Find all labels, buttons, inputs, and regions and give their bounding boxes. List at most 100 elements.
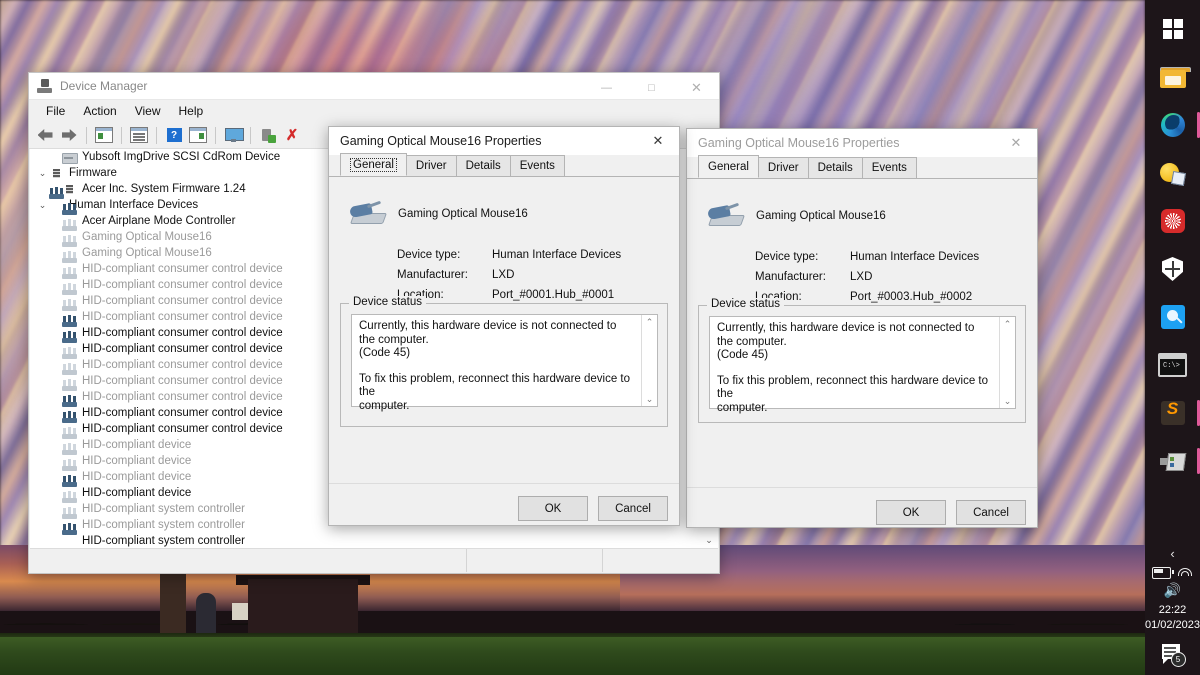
status-scroll-up[interactable]: ⌃ [1000, 317, 1015, 331]
dialog-titlebar[interactable]: Gaming Optical Mouse16 Properties ✕ [329, 127, 679, 155]
status-line-4: computer. [359, 399, 410, 412]
device-fields: Device type: Human Interface Devices Man… [755, 247, 1026, 307]
ok-button[interactable]: OK [518, 496, 588, 521]
dialog-titlebar[interactable]: Gaming Optical Mouse16 Properties ✕ [687, 129, 1037, 157]
tab-events[interactable]: Events [509, 155, 565, 176]
tab-driver-label: Driver [415, 160, 447, 172]
toolbar-separator [121, 126, 122, 144]
close-button[interactable]: ✕ [674, 73, 719, 103]
menu-help[interactable]: Help [170, 102, 213, 120]
menu-file[interactable]: File [37, 102, 74, 120]
status-scrollbar[interactable]: ⌃ ⌄ [999, 317, 1015, 408]
chevron-left-icon[interactable]: ‹ [1170, 546, 1174, 561]
forward-button[interactable] [58, 125, 80, 146]
clock[interactable]: 22:22 01/02/2023 [1145, 603, 1200, 633]
cancel-button[interactable]: Cancel [956, 500, 1026, 525]
tree-item-label: HID-compliant consumer control device [82, 295, 283, 307]
status-line-1: Currently, this hardware device is not c… [359, 320, 617, 346]
menu-view[interactable]: View [126, 102, 170, 120]
field-label: Manufacturer: [397, 269, 468, 281]
enable-device-button[interactable] [257, 125, 279, 146]
update-driver-button[interactable] [187, 125, 209, 146]
status-bar-segment [466, 549, 602, 572]
back-button[interactable] [34, 125, 56, 146]
device-status-legend: Device status [349, 296, 427, 308]
dialog-close-button[interactable]: ✕ [995, 129, 1037, 157]
clock-date: 01/02/2023 [1144, 619, 1200, 631]
tab-events[interactable]: Events [861, 157, 917, 178]
yellow-app-icon[interactable] [1152, 152, 1194, 194]
tab-details[interactable]: Details [807, 157, 863, 178]
red-app-icon[interactable] [1152, 200, 1194, 242]
file-explorer-icon[interactable] [1152, 56, 1194, 98]
dialog-page-body: Gaming Optical Mouse16 Device type: Huma… [698, 195, 1026, 307]
volume-icon[interactable]: 🔊 [1164, 583, 1181, 597]
device-manager-icon [37, 79, 52, 93]
tree-item-label: HID-compliant consumer control device [82, 263, 283, 275]
tab-general[interactable]: General [340, 153, 407, 176]
device-status-box[interactable]: Currently, this hardware device is not c… [709, 316, 1016, 414]
taskbar: C:\> ‹ 🔊 22:22 01/02/2023 5 [1145, 0, 1200, 675]
notifications-icon[interactable]: 5 [1160, 643, 1186, 667]
device-manager-taskbar-icon[interactable] [1152, 440, 1200, 482]
expand-collapse-icon[interactable]: ⌄ [36, 200, 49, 211]
device-status-text: Currently, this hardware device is not c… [710, 317, 997, 420]
uninstall-device-button[interactable]: ✗ [281, 125, 303, 146]
notification-badge: 5 [1170, 652, 1186, 667]
start-icon[interactable] [1152, 8, 1194, 50]
tab-events-label: Events [519, 160, 555, 172]
device-manager-titlebar[interactable]: Device Manager — □ ✕ [29, 73, 719, 100]
tree-item-label: HID-compliant consumer control device [82, 279, 283, 291]
menu-action[interactable]: Action [74, 102, 125, 120]
status-line-2: (Code 45) [359, 347, 411, 359]
status-scroll-down[interactable]: ⌄ [1000, 394, 1015, 408]
tree-item-label: HID-compliant consumer control device [82, 375, 283, 387]
expand-collapse-icon[interactable]: ⌄ [36, 168, 49, 179]
landscape-grass [0, 637, 1145, 675]
cancel-button[interactable]: Cancel [598, 496, 668, 521]
tree-item[interactable]: HID-compliant system controller [30, 522, 701, 548]
tab-details[interactable]: Details [455, 155, 511, 176]
dialog-title: Gaming Optical Mouse16 Properties [340, 134, 542, 148]
status-scroll-down[interactable]: ⌄ [642, 392, 657, 406]
tab-details-label: Details [817, 162, 853, 174]
field-manufacturer: Manufacturer: LXD [755, 267, 1026, 287]
menu-bar: File Action View Help [29, 100, 719, 122]
show-hide-console-tree-button[interactable] [93, 125, 115, 146]
status-scroll-up[interactable]: ⌃ [642, 315, 657, 329]
maximize-button[interactable]: □ [629, 73, 674, 103]
arrow-right-icon [61, 129, 77, 141]
wifi-icon[interactable] [1178, 567, 1193, 579]
tab-driver[interactable]: Driver [757, 157, 809, 178]
scan-for-hardware-changes-button[interactable] [222, 125, 244, 146]
help-button[interactable]: ? [163, 125, 185, 146]
blue-search-app-icon[interactable] [1152, 296, 1194, 338]
scroll-down-button[interactable]: ⌄ [701, 532, 717, 548]
device-status-box[interactable]: Currently, this hardware device is not c… [351, 314, 658, 412]
tab-general[interactable]: General [698, 155, 759, 178]
hid-icon [62, 522, 77, 548]
dialog-close-button[interactable]: ✕ [637, 127, 679, 155]
windows-security-icon[interactable] [1152, 248, 1194, 290]
microsoft-edge-icon[interactable] [1152, 104, 1200, 146]
dialog-page-body: Gaming Optical Mouse16 Device type: Huma… [340, 193, 668, 305]
battery-icon[interactable] [1152, 567, 1174, 579]
tree-item-label: HID-compliant consumer control device [82, 327, 283, 339]
tree-item-label: Human Interface Devices [69, 199, 199, 211]
clock-time: 22:22 [1158, 604, 1187, 616]
device-name: Gaming Optical Mouse16 [398, 208, 528, 220]
command-prompt-icon[interactable]: C:\> [1152, 344, 1194, 386]
properties-dialog-background: Gaming Optical Mouse16 Properties ✕ Gene… [686, 128, 1038, 528]
ok-button[interactable]: OK [876, 500, 946, 525]
minimize-button[interactable]: — [584, 73, 629, 103]
field-location: Location: Port_#0001.Hub_#0001 [397, 285, 668, 305]
device-status-legend: Device status [707, 298, 785, 310]
plug-icon [261, 128, 276, 143]
properties-button[interactable] [128, 125, 150, 146]
tab-driver[interactable]: Driver [405, 155, 457, 176]
status-scrollbar[interactable]: ⌃ ⌄ [641, 315, 657, 406]
sublime-text-icon[interactable] [1152, 392, 1200, 434]
tab-general-label: General [350, 157, 397, 172]
landscape-barn [248, 579, 358, 641]
device-header: Gaming Optical Mouse16 [340, 193, 668, 226]
